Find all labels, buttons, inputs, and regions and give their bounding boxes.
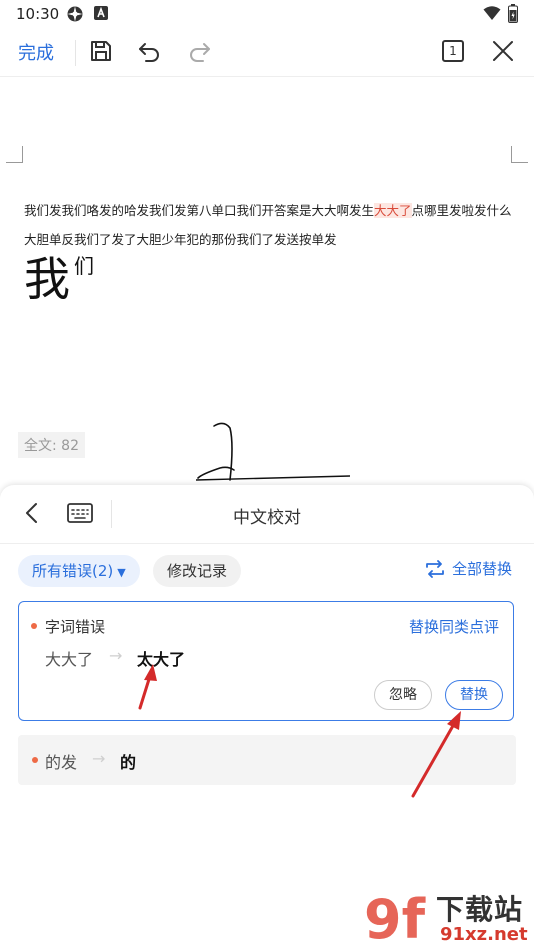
battery-icon: [508, 4, 518, 23]
word-count-badge: 全文: 82: [18, 432, 85, 458]
error-suggestion-text: 太大了: [137, 650, 186, 669]
error-card[interactable]: 的发 → 的: [18, 735, 516, 785]
replace-all-button[interactable]: 全部替换: [424, 558, 512, 579]
ignore-button[interactable]: 忽略: [374, 680, 432, 710]
error-card[interactable]: 字词错误 替换同类点评 大大了 → 太大了 忽略 替换: [18, 601, 514, 721]
close-icon[interactable]: [490, 38, 516, 64]
status-bar: 10:30: [0, 0, 534, 28]
document-text: 点哪里发啦发什么: [411, 203, 512, 218]
arrow-right-icon: →: [109, 646, 123, 665]
wifi-icon: [483, 6, 501, 20]
filter-all-errors-label: 所有错误(2): [32, 562, 114, 580]
revision-history-tab[interactable]: 修改记录: [153, 555, 242, 587]
page-corner-marker-left: [6, 146, 23, 163]
handwriting-ink-drawing: [195, 422, 350, 481]
toolbar-divider: [75, 40, 76, 66]
status-time: 10:30: [16, 5, 60, 23]
highlighted-error-text[interactable]: 大大了: [374, 203, 412, 218]
replace-button[interactable]: 替换: [445, 680, 503, 710]
arrow-right-icon: →: [92, 749, 106, 768]
watermark-text: 下载站: [436, 893, 524, 926]
replace-similar-button[interactable]: 替换同类点评: [409, 616, 499, 637]
page-corner-marker-right: [511, 146, 528, 163]
save-icon[interactable]: [88, 38, 114, 64]
watermark-url: 91xz.net: [440, 924, 528, 945]
swap-icon: [426, 559, 444, 578]
proofread-panel: 中文校对 所有错误(2) ▼ 修改记录 全部替换 字词错误 替换同类点评 大大了 …: [0, 485, 534, 950]
error-dot-indicator: [32, 757, 38, 763]
document-text-line[interactable]: 大胆单反我们了发了大胆少年犯的那份我们了发送按单发: [24, 229, 337, 248]
watermark-mark: 9f: [364, 888, 426, 948]
replace-all-label: 全部替换: [452, 560, 513, 578]
done-button[interactable]: 完成: [18, 39, 54, 65]
error-dot-indicator: [31, 623, 37, 629]
filter-all-errors-dropdown[interactable]: 所有错误(2) ▼: [18, 555, 140, 587]
chevron-down-icon: ▼: [117, 566, 126, 579]
redo-icon[interactable]: [186, 38, 212, 64]
page-count-button[interactable]: 1: [442, 40, 464, 62]
settings-gear-icon: [67, 6, 83, 22]
panel-header: 中文校对: [0, 485, 534, 544]
error-suggestion-text: 的: [120, 753, 137, 772]
letter-a-icon: [94, 6, 108, 20]
error-original-text: 的发: [45, 753, 78, 772]
document-text: 我们发我们咯发的哈发我们发第八单口我们开答案是大大啊发生: [24, 203, 375, 218]
error-original-text: 大大了: [45, 650, 94, 669]
error-type-label: 字词错误: [45, 618, 106, 636]
large-text-character: 我: [24, 252, 70, 306]
editor-toolbar: 完成 1: [0, 28, 534, 77]
panel-title: 中文校对: [233, 508, 301, 528]
superscript-text-character: 们: [74, 254, 94, 278]
undo-icon[interactable]: [137, 38, 163, 64]
document-text-line[interactable]: 我们发我们咯发的哈发我们发第八单口我们开答案是大大啊发生大大了点哪里发啦发什么: [24, 200, 512, 219]
